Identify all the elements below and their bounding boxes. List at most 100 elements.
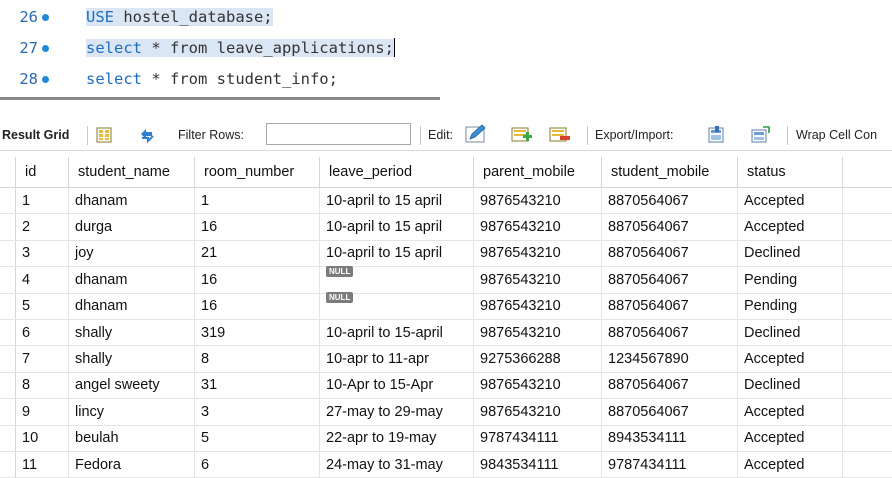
cell-status[interactable]: Accepted [738, 188, 843, 214]
cell-room-number[interactable]: 1 [195, 188, 320, 214]
row-selector[interactable] [0, 188, 16, 214]
cell-student-name[interactable]: dhanam [69, 293, 195, 319]
table-row[interactable]: 3joy2110-april to 15 april98765432108870… [0, 240, 892, 266]
editor-line[interactable]: 27 select * from leave_applications; [0, 34, 892, 62]
table-row[interactable]: 6shally31910-april to 15-april9876543210… [0, 319, 892, 345]
table-row[interactable]: 8angel sweety3110-Apr to 15-Apr987654321… [0, 372, 892, 398]
cell-room-number[interactable]: 16 [195, 267, 320, 293]
code-text[interactable]: select * from student_info; [86, 65, 338, 92]
editor-horizontal-scrollbar[interactable] [0, 97, 440, 100]
row-selector[interactable] [0, 214, 16, 240]
cell-id[interactable]: 1 [16, 188, 69, 214]
cell-student-name[interactable]: angel sweety [69, 372, 195, 398]
edit-pencil-icon[interactable] [465, 124, 487, 144]
cell-status[interactable]: Pending [738, 267, 843, 293]
cell-room-number[interactable]: 16 [195, 293, 320, 319]
row-selector[interactable] [0, 267, 16, 293]
column-header-parent-mobile[interactable]: parent_mobile [474, 157, 602, 188]
cell-parent-mobile[interactable]: 9275366288 [474, 346, 602, 372]
cell-status[interactable]: Accepted [738, 346, 843, 372]
cell-leave-period[interactable]: NULL [320, 293, 474, 319]
cell-leave-period[interactable]: 10-Apr to 15-Apr [320, 372, 474, 398]
cell-parent-mobile[interactable]: 9876543210 [474, 372, 602, 398]
table-row[interactable]: 7shally810-apr to 11-apr9275366288123456… [0, 346, 892, 372]
column-header-status[interactable]: status [738, 157, 843, 188]
cell-parent-mobile[interactable]: 9876543210 [474, 319, 602, 345]
table-row[interactable]: 1dhanam110-april to 15 april987654321088… [0, 188, 892, 214]
row-selector[interactable] [0, 425, 16, 451]
table-row[interactable]: 5dhanam16NULL98765432108870564067Pending [0, 293, 892, 319]
column-header-student-mobile[interactable]: student_mobile [602, 157, 738, 188]
row-selector[interactable] [0, 319, 16, 345]
cell-student-mobile[interactable]: 8870564067 [602, 372, 738, 398]
form-view-icon[interactable] [95, 126, 113, 144]
cell-student-name[interactable]: shally [69, 319, 195, 345]
cell-status[interactable]: Declined [738, 372, 843, 398]
column-header-room-number[interactable]: room_number [195, 157, 320, 188]
cell-student-name[interactable]: shally [69, 346, 195, 372]
row-selector[interactable] [0, 399, 16, 425]
cell-student-mobile[interactable]: 8870564067 [602, 399, 738, 425]
filter-rows-input[interactable] [266, 123, 411, 145]
cell-student-mobile[interactable]: 8870564067 [602, 214, 738, 240]
cell-room-number[interactable]: 31 [195, 372, 320, 398]
cell-parent-mobile[interactable]: 9876543210 [474, 188, 602, 214]
cell-student-name[interactable]: dhanam [69, 267, 195, 293]
cell-room-number[interactable]: 5 [195, 425, 320, 451]
code-text[interactable]: USE hostel_database; [86, 3, 273, 31]
cell-student-mobile[interactable]: 8943534111 [602, 425, 738, 451]
cell-room-number[interactable]: 3 [195, 399, 320, 425]
cell-status[interactable]: Pending [738, 293, 843, 319]
cell-student-name[interactable]: joy [69, 240, 195, 266]
cell-leave-period[interactable]: 10-april to 15 april [320, 188, 474, 214]
row-selector[interactable] [0, 346, 16, 372]
cell-status[interactable]: Accepted [738, 425, 843, 451]
cell-id[interactable]: 8 [16, 372, 69, 398]
cell-student-mobile[interactable]: 8870564067 [602, 188, 738, 214]
cell-id[interactable]: 4 [16, 267, 69, 293]
cell-id[interactable]: 7 [16, 346, 69, 372]
cell-leave-period[interactable]: 27-may to 29-may [320, 399, 474, 425]
export-icon[interactable] [707, 126, 727, 144]
row-selector[interactable] [0, 372, 16, 398]
row-selector[interactable] [0, 293, 16, 319]
cell-id[interactable]: 5 [16, 293, 69, 319]
cell-id[interactable]: 3 [16, 240, 69, 266]
column-header-id[interactable]: id [16, 157, 69, 188]
table-row[interactable]: 4dhanam16NULL98765432108870564067Pending [0, 267, 892, 293]
editor-line[interactable]: 26 USE hostel_database; [0, 3, 892, 31]
cell-parent-mobile[interactable]: 9876543210 [474, 240, 602, 266]
cell-id[interactable]: 9 [16, 399, 69, 425]
cell-leave-period[interactable]: 22-apr to 19-may [320, 425, 474, 451]
cell-id[interactable]: 2 [16, 214, 69, 240]
cell-id[interactable]: 10 [16, 425, 69, 451]
cell-student-mobile[interactable]: 8870564067 [602, 319, 738, 345]
table-row[interactable]: 10beulah522-apr to 19-may978743411189435… [0, 425, 892, 451]
cell-parent-mobile[interactable]: 9787434111 [474, 425, 602, 451]
cell-parent-mobile[interactable]: 9876543210 [474, 399, 602, 425]
cell-status[interactable]: Accepted [738, 399, 843, 425]
result-grid-tab[interactable]: Result Grid [2, 120, 69, 150]
row-selector-header[interactable] [0, 157, 16, 188]
cell-leave-period[interactable]: 10-april to 15-april [320, 319, 474, 345]
cell-id[interactable]: 6 [16, 319, 69, 345]
cell-student-mobile[interactable]: 8870564067 [602, 267, 738, 293]
column-header-student-name[interactable]: student_name [69, 157, 195, 188]
cell-student-mobile[interactable]: 8870564067 [602, 240, 738, 266]
cell-leave-period[interactable]: 10-april to 15 april [320, 214, 474, 240]
cell-room-number[interactable]: 319 [195, 319, 320, 345]
cell-student-name[interactable]: lincy [69, 399, 195, 425]
sql-editor[interactable]: 26 USE hostel_database; 27 select * from… [0, 0, 892, 92]
code-text[interactable]: select * from leave_applications; [86, 34, 395, 62]
delete-row-icon[interactable] [549, 126, 571, 144]
cell-student-name[interactable]: dhanam [69, 188, 195, 214]
cell-status[interactable]: Accepted [738, 214, 843, 240]
cell-student-name[interactable]: durga [69, 214, 195, 240]
cell-room-number[interactable]: 16 [195, 214, 320, 240]
wrap-cell-content-toggle[interactable]: Wrap Cell Con [796, 120, 877, 150]
cell-parent-mobile[interactable]: 9876543210 [474, 267, 602, 293]
cell-student-mobile[interactable]: 1234567890 [602, 346, 738, 372]
cell-status[interactable]: Declined [738, 240, 843, 266]
cell-leave-period[interactable]: 10-april to 15 april [320, 240, 474, 266]
import-icon[interactable] [750, 126, 772, 144]
